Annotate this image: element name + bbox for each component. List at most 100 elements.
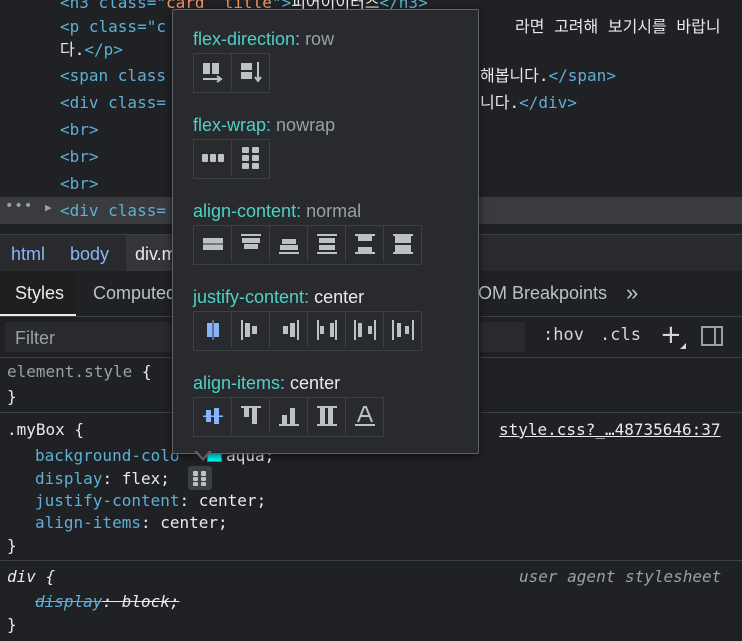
align-items-value: center — [290, 373, 341, 393]
tag-open: <span class — [60, 66, 166, 85]
style-property[interactable]: align-items: center; — [35, 511, 228, 534]
expand-arrow-icon[interactable]: ▶ — [45, 201, 52, 214]
property-value[interactable]: center; — [199, 491, 266, 510]
justify-content-value: center — [314, 287, 365, 307]
align-content-space-around-icon[interactable] — [308, 226, 346, 262]
breadcrumb-div[interactable]: div.m — [135, 244, 177, 265]
align-items-flex-end-icon[interactable] — [270, 398, 308, 434]
dom-line-selected[interactable]: <div class= — [60, 199, 166, 223]
more-actions-icon[interactable]: ••• — [5, 198, 33, 214]
dom-line[interactable]: <br> — [60, 118, 99, 142]
toggle-sidebar-icon[interactable] — [701, 326, 723, 346]
popover-pointer-inner — [196, 450, 210, 458]
rule-close: } — [7, 536, 17, 555]
flex-direction-options — [193, 53, 270, 93]
dom-line[interactable]: <p class="c 라면 고려해 보기시를 바랍니 — [60, 15, 721, 39]
property-name[interactable]: justify-content — [35, 491, 180, 510]
text-node: 다. — [60, 40, 85, 59]
flex-direction-label: flex-direction: row — [193, 29, 335, 49]
justify-content-options — [193, 311, 422, 351]
style-property[interactable]: justify-content: center; — [35, 489, 266, 512]
property-name[interactable]: display — [35, 469, 102, 488]
tag-end: </span> — [548, 66, 616, 85]
rule-selector[interactable]: .myBox — [7, 420, 65, 439]
br-tag: <br> — [60, 120, 99, 139]
align-content-options — [193, 225, 422, 265]
align-items-flex-start-icon[interactable] — [232, 398, 270, 434]
justify-content-space-evenly-icon[interactable] — [384, 312, 421, 348]
filter-placeholder: Filter — [15, 328, 55, 348]
justify-content-space-between-icon[interactable] — [308, 312, 346, 348]
style-property-overridden[interactable]: display: block; — [35, 590, 180, 613]
justify-content-flex-start-icon[interactable] — [232, 312, 270, 348]
property-name[interactable]: align-items — [35, 513, 141, 532]
align-content-flex-end-icon[interactable] — [270, 226, 308, 262]
align-items-options — [193, 397, 384, 437]
flex-direction-value: row — [305, 29, 335, 49]
flex-direction-row-icon[interactable] — [194, 54, 232, 90]
tag-end: </p> — [84, 40, 123, 59]
rule-selector[interactable]: element.style — [7, 362, 132, 381]
rule-close: } — [7, 387, 17, 406]
tab-computed[interactable]: Computed — [93, 283, 176, 304]
rule-close: } — [7, 615, 17, 634]
justify-content-center-icon[interactable] — [194, 312, 232, 348]
rule-open: { — [35, 567, 56, 586]
property-value[interactable]: center; — [160, 513, 227, 532]
dom-line[interactable]: <br> — [60, 172, 99, 196]
align-content-flex-start-icon[interactable] — [232, 226, 270, 262]
flex-wrap-options — [193, 139, 270, 179]
align-content-center-icon[interactable] — [194, 226, 232, 262]
flexbox-editor-popover: flex-direction: row flex-wrap: nowrap al… — [172, 9, 479, 454]
align-content-stretch-icon[interactable] — [384, 226, 421, 262]
align-items-baseline-icon[interactable] — [346, 398, 383, 434]
property-name: display — [35, 592, 103, 611]
property-name[interactable]: background-colo — [35, 446, 180, 465]
tag-open: <div class= — [60, 201, 166, 220]
br-tag: <br> — [60, 174, 99, 193]
style-property[interactable]: display: flex; — [35, 467, 170, 490]
new-style-rule-button[interactable]: + — [660, 320, 682, 350]
align-content-value: normal — [306, 201, 362, 221]
flexbox-editor-button[interactable] — [188, 466, 212, 490]
tab-styles[interactable]: Styles — [15, 283, 64, 304]
more-tabs-icon[interactable]: » — [626, 280, 638, 306]
rule-open: { — [132, 362, 152, 381]
div-ua-rule: div { user agent stylesheet display: blo… — [0, 561, 742, 641]
dom-line[interactable]: <span class 해봅니다.</span> — [60, 64, 616, 88]
rule-open: { — [64, 420, 85, 439]
text-node: 해봅니다. — [480, 66, 549, 85]
rule-selector[interactable]: div — [7, 567, 36, 586]
flex-nowrap-icon[interactable] — [194, 140, 232, 176]
justify-content-flex-end-icon[interactable] — [270, 312, 308, 348]
rule-source-link[interactable]: style.css?_…48735646:37 — [499, 418, 721, 441]
flex-wrap-icon[interactable] — [232, 140, 269, 176]
text-node: 라면 고려해 보기시를 바랍니 — [515, 17, 721, 36]
flex-wrap-label: flex-wrap: nowrap — [193, 115, 336, 135]
new-rule-menu-icon[interactable] — [680, 343, 686, 349]
hover-state-button[interactable]: :hov — [543, 325, 584, 345]
tag-end: </div> — [519, 93, 577, 112]
property-value: block; — [121, 592, 180, 611]
align-items-stretch-icon[interactable] — [308, 398, 346, 434]
align-content-space-between-icon[interactable] — [346, 226, 384, 262]
justify-content-space-around-icon[interactable] — [346, 312, 384, 348]
justify-content-label: justify-content: center — [193, 287, 365, 307]
align-content-label: align-content: normal — [193, 201, 362, 221]
property-value[interactable]: flex; — [122, 469, 170, 488]
breadcrumb-body[interactable]: body — [70, 244, 109, 265]
tag-open: <p class="c — [60, 17, 166, 36]
tab-dom-breakpoints[interactable]: OM Breakpoints — [478, 283, 607, 304]
flexbox-editor-icon — [193, 471, 206, 486]
rule-source-label: user agent stylesheet — [519, 567, 722, 586]
text-node: 니다. — [480, 93, 520, 112]
dom-line[interactable]: 다.</p> — [60, 38, 123, 62]
dom-line[interactable]: <br> — [60, 145, 99, 169]
flex-direction-column-icon[interactable] — [232, 54, 269, 90]
class-toggle-button[interactable]: .cls — [600, 325, 641, 345]
breadcrumb-html[interactable]: html — [11, 244, 45, 265]
tag-open: <h3 class=" — [60, 0, 166, 12]
dom-line[interactable]: <div class= 니다.</div> — [60, 91, 577, 115]
align-items-center-icon[interactable] — [194, 398, 232, 434]
align-items-label: align-items: center — [193, 373, 341, 393]
